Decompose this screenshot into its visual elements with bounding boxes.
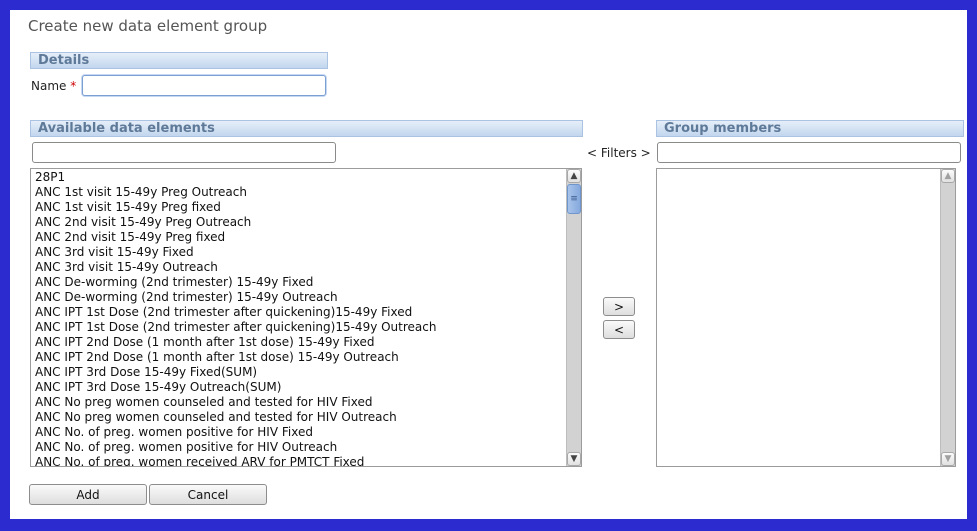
list-item[interactable]: ANC 1st visit 15-49y Preg Outreach [35,185,563,200]
available-scrollbar[interactable]: ▲ ≡ ▼ [566,169,581,466]
scroll-up-arrow-icon[interactable]: ▲ [941,169,955,183]
dialog-window: Create new data element group Details Na… [10,10,967,519]
list-item[interactable]: ANC IPT 2nd Dose (1 month after 1st dose… [35,350,563,365]
scroll-thumb[interactable]: ≡ [567,184,581,214]
group-members-listbox[interactable]: ▲ ▼ [656,168,956,467]
list-item[interactable]: ANC De-worming (2nd trimester) 15-49y Fi… [35,275,563,290]
list-item[interactable]: ANC No. of preg. women positive for HIV … [35,440,563,455]
name-label-text: Name [31,79,67,93]
list-item[interactable]: ANC De-worming (2nd trimester) 15-49y Ou… [35,290,563,305]
scroll-up-arrow-icon[interactable]: ▲ [567,169,581,183]
list-item[interactable]: ANC IPT 3rd Dose 15-49y Fixed(SUM) [35,365,563,380]
list-item[interactable]: ANC 3rd visit 15-49y Outreach [35,260,563,275]
group-members-header: Group members [656,120,964,137]
list-item[interactable]: ANC IPT 1st Dose (2nd trimester after qu… [35,305,563,320]
list-item[interactable]: ANC 3rd visit 15-49y Fixed [35,245,563,260]
available-listbox[interactable]: 28P1 ANC 1st visit 15-49y Preg Outreach AN… [30,168,582,467]
filters-label: < Filters > [587,146,651,160]
available-filter-input[interactable] [32,142,336,163]
available-header: Available data elements [30,120,583,137]
remove-from-group-button[interactable]: < [603,320,635,339]
page-title: Create new data element group [28,17,268,35]
add-to-group-button[interactable]: > [603,297,635,316]
list-item[interactable]: ANC No preg women counseled and tested f… [35,410,563,425]
members-filter-input[interactable] [657,142,961,163]
list-item[interactable]: ANC No. of preg. women positive for HIV … [35,425,563,440]
list-item[interactable]: ANC 1st visit 15-49y Preg fixed [35,200,563,215]
scroll-down-arrow-icon[interactable]: ▼ [567,452,581,466]
available-items: 28P1 ANC 1st visit 15-49y Preg Outreach AN… [35,170,563,466]
list-item[interactable]: ANC IPT 2nd Dose (1 month after 1st dose… [35,335,563,350]
list-item[interactable]: ANC No preg women counseled and tested f… [35,395,563,410]
list-item[interactable]: 28P1 [35,170,563,185]
list-item[interactable]: ANC No. of preg. women received ARV for … [35,455,563,466]
list-item[interactable]: ANC IPT 3rd Dose 15-49y Outreach(SUM) [35,380,563,395]
list-item[interactable]: ANC 2nd visit 15-49y Preg fixed [35,230,563,245]
members-scrollbar[interactable]: ▲ ▼ [940,169,955,466]
required-mark: * [70,79,77,93]
list-item[interactable]: ANC 2nd visit 15-49y Preg Outreach [35,215,563,230]
details-header: Details [30,52,328,69]
add-button[interactable]: Add [29,484,147,505]
cancel-button[interactable]: Cancel [149,484,267,505]
name-label: Name * [31,79,76,93]
scroll-down-arrow-icon[interactable]: ▼ [941,452,955,466]
list-item[interactable]: ANC IPT 1st Dose (2nd trimester after qu… [35,320,563,335]
name-input[interactable] [82,75,326,96]
